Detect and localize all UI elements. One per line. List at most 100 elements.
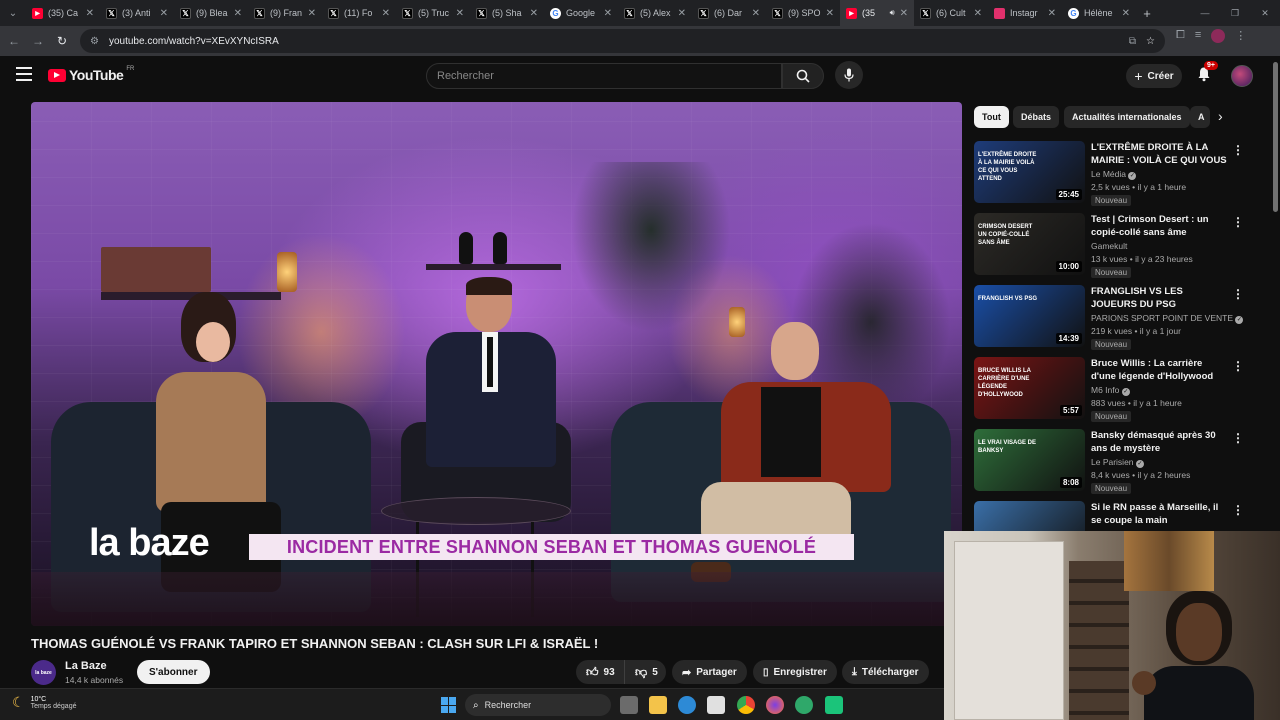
- browser-tab[interactable]: G Hélène ✕: [1062, 0, 1136, 26]
- youtube-logo[interactable]: YouTube FR: [48, 66, 134, 83]
- recommendation-card[interactable]: CRIMSON DESERT UN COPIÉ-COLLÉ SANS ÂME 10…: [974, 213, 1244, 279]
- chip-debates[interactable]: Débats: [1013, 106, 1060, 128]
- close-tab-icon[interactable]: ✕: [530, 8, 538, 19]
- create-button[interactable]: + Créer: [1126, 64, 1182, 88]
- browser-tab[interactable]: 𝕏 (9) Fran ✕: [248, 0, 322, 26]
- channel-name[interactable]: La Baze: [65, 660, 107, 672]
- site-info-icon[interactable]: ⚙: [90, 36, 99, 47]
- notifications-button[interactable]: 9+: [1196, 61, 1218, 84]
- recommendation-channel[interactable]: PARIONS SPORT POINT DE VENTE ✓: [1091, 313, 1244, 324]
- search-input[interactable]: Rechercher: [426, 63, 782, 89]
- weather-widget[interactable]: ☾ 10°C Temps dégagé: [12, 694, 76, 711]
- close-tab-icon[interactable]: ✕: [752, 8, 760, 19]
- close-window-icon[interactable]: ✕: [1250, 8, 1280, 19]
- recommendation-channel[interactable]: Le Média ✓: [1091, 169, 1137, 180]
- tab-search-icon[interactable]: ⌄: [0, 0, 26, 26]
- video-thumbnail[interactable]: Le vrai visage de Banksy 8:08: [974, 429, 1085, 491]
- page-scrollbar[interactable]: [1273, 62, 1278, 212]
- video-player[interactable]: la baze INCIDENT ENTRE SHANNON SEBAN ET …: [31, 102, 962, 626]
- recommendation-title[interactable]: FRANGLISH VS LES JOUEURS DU PSG (OUSMANE…: [1091, 285, 1229, 311]
- close-tab-icon[interactable]: ✕: [1122, 8, 1130, 19]
- account-avatar[interactable]: [1231, 65, 1253, 87]
- download-button[interactable]: ⤓ Télécharger: [842, 660, 929, 684]
- video-thumbnail[interactable]: BRUCE WILLIS La carrière d'une légende d…: [974, 357, 1085, 419]
- browser-menu-icon[interactable]: ⋮: [1235, 29, 1246, 43]
- recommendation-card[interactable]: FRANGLISH VS PSG 14:39 FRANGLISH VS LES JO…: [974, 285, 1244, 351]
- omnibox[interactable]: ⚙ youtube.com/watch?v=XEvXYNcISRA ⧉ ☆: [80, 29, 1165, 53]
- chevron-right-icon[interactable]: ›: [1218, 108, 1223, 124]
- close-tab-icon[interactable]: ✕: [826, 8, 834, 19]
- browser-tab[interactable]: 𝕏 (3) Anti ✕: [100, 0, 174, 26]
- save-button[interactable]: ▯ Enregistrer: [753, 660, 837, 684]
- chip-all[interactable]: Tout: [974, 106, 1009, 128]
- recommendation-card[interactable]: BRUCE WILLIS La carrière d'une légende d…: [974, 357, 1244, 423]
- browser-tab[interactable]: Instagr ✕: [988, 0, 1062, 26]
- hamburger-menu-icon[interactable]: [16, 67, 32, 81]
- new-tab-button[interactable]: +: [1136, 6, 1158, 21]
- more-options-icon[interactable]: ⋮: [1232, 503, 1244, 517]
- close-tab-icon[interactable]: ✕: [308, 8, 316, 19]
- firefox-icon[interactable]: [766, 696, 784, 714]
- taskbar-search[interactable]: ⌕ Rechercher: [465, 694, 611, 716]
- like-button[interactable]: 👍︎ 93: [576, 660, 624, 684]
- more-options-icon[interactable]: ⋮: [1232, 359, 1244, 373]
- store-icon[interactable]: [707, 696, 725, 714]
- windows-start-icon[interactable]: [441, 697, 457, 713]
- close-tab-icon[interactable]: ✕: [382, 8, 390, 19]
- browser-tab[interactable]: 𝕏 (9) Blea ✕: [174, 0, 248, 26]
- subscribe-button[interactable]: S'abonner: [137, 660, 210, 684]
- profile-avatar-icon[interactable]: [1211, 29, 1226, 43]
- browser-tab[interactable]: G Google ✕: [544, 0, 618, 26]
- reload-icon[interactable]: ↻: [50, 29, 74, 53]
- chrome-icon[interactable]: [737, 696, 755, 714]
- app-icon-teal[interactable]: [825, 696, 843, 714]
- chip-international-news[interactable]: Actualités internationales: [1064, 106, 1190, 128]
- minimize-icon[interactable]: —: [1190, 8, 1220, 18]
- close-tab-icon[interactable]: ✕: [678, 8, 686, 19]
- browser-tab[interactable]: 𝕏 (11) Fo ✕: [322, 0, 396, 26]
- close-tab-icon[interactable]: ✕: [900, 8, 908, 19]
- close-tab-icon[interactable]: ✕: [604, 8, 612, 19]
- close-tab-icon[interactable]: ✕: [1048, 8, 1056, 19]
- browser-tab[interactable]: 𝕏 (5) Sha ✕: [470, 0, 544, 26]
- close-tab-icon[interactable]: ✕: [86, 8, 94, 19]
- maximize-icon[interactable]: ❐: [1220, 8, 1250, 19]
- browser-tab[interactable]: ▶ (35 🔊︎ ✕: [840, 0, 914, 26]
- recommendation-channel[interactable]: Gamekult: [1091, 241, 1127, 251]
- channel-avatar[interactable]: la baze: [31, 660, 56, 685]
- close-tab-icon[interactable]: ✕: [160, 8, 168, 19]
- recommendation-title[interactable]: Bruce Willis : La carrière d'une légende…: [1091, 357, 1229, 383]
- app-icon-green[interactable]: [795, 696, 813, 714]
- browser-tab[interactable]: 𝕏 (6) Dar ✕: [692, 0, 766, 26]
- recommendation-card[interactable]: Le vrai visage de Banksy 8:08 Bansky démas…: [974, 429, 1244, 495]
- browser-tab[interactable]: 𝕏 (9) SPO ✕: [766, 0, 840, 26]
- browser-tab[interactable]: 𝕏 (6) Cult ✕: [914, 0, 988, 26]
- browser-tab[interactable]: ▶ (35) Ca ✕: [26, 0, 100, 26]
- recommendation-title[interactable]: Test | Crimson Desert : un copié-collé s…: [1091, 213, 1229, 239]
- bookmark-star-icon[interactable]: ☆: [1146, 36, 1155, 47]
- close-tab-icon[interactable]: ✕: [234, 8, 242, 19]
- url-text[interactable]: youtube.com/watch?v=XEvXYNcISRA: [109, 36, 279, 47]
- video-thumbnail[interactable]: L'EXTRÊME DROITE À LA MAIRIE VOILÀ CE QU…: [974, 141, 1085, 203]
- extensions-icon[interactable]: ⧠: [1176, 29, 1185, 43]
- chip-more[interactable]: A: [1190, 106, 1210, 128]
- edge-icon[interactable]: [678, 696, 696, 714]
- file-explorer-icon[interactable]: [649, 696, 667, 714]
- recommendation-card[interactable]: L'EXTRÊME DROITE À LA MAIRIE VOILÀ CE QU…: [974, 141, 1244, 207]
- dislike-button[interactable]: 👎︎ 5: [624, 660, 666, 684]
- search-button[interactable]: [782, 63, 824, 89]
- recommendation-title[interactable]: L'EXTRÊME DROITE À LA MAIRIE : VOILÀ CE …: [1091, 141, 1229, 167]
- more-options-icon[interactable]: ⋮: [1232, 215, 1244, 229]
- close-tab-icon[interactable]: ✕: [974, 8, 982, 19]
- more-options-icon[interactable]: ⋮: [1232, 287, 1244, 301]
- recommendation-channel[interactable]: Le Parisien ✓: [1091, 457, 1144, 468]
- browser-tab[interactable]: 𝕏 (5) Alex ✕: [618, 0, 692, 26]
- forward-arrow-icon[interactable]: →: [26, 29, 50, 53]
- recommendation-title[interactable]: Si le RN passe à Marseille, il se coupe …: [1091, 501, 1229, 527]
- recommendation-channel[interactable]: M6 Info ✓: [1091, 385, 1130, 396]
- speaker-icon[interactable]: 🔊︎: [890, 8, 895, 18]
- recommendation-title[interactable]: Bansky démasqué après 30 ans de mystère: [1091, 429, 1229, 455]
- browser-tab[interactable]: 𝕏 (5) Truc ✕: [396, 0, 470, 26]
- close-tab-icon[interactable]: ✕: [456, 8, 464, 19]
- video-thumbnail[interactable]: FRANGLISH VS PSG 14:39: [974, 285, 1085, 347]
